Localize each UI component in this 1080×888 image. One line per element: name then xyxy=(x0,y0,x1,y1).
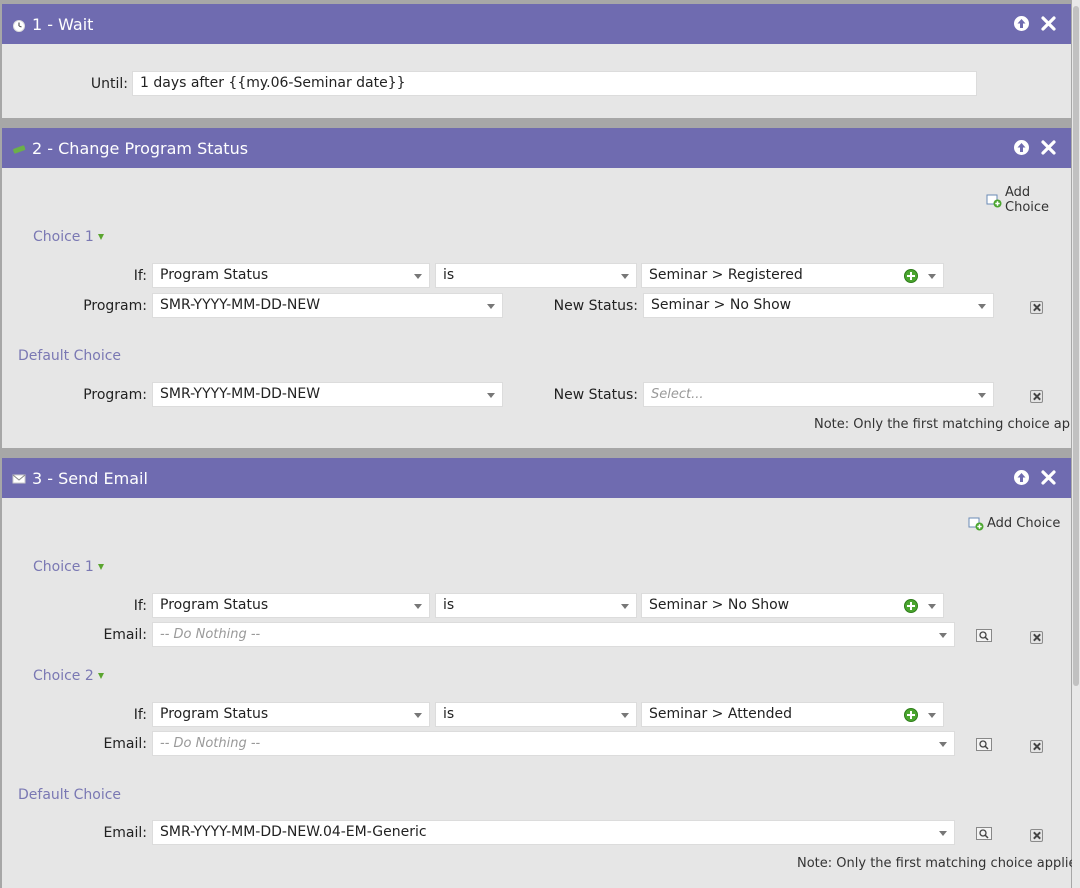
step-header: 2 - Change Program Status xyxy=(2,128,1071,168)
condition-value-select[interactable]: Seminar > No Show xyxy=(641,593,944,618)
add-choice-label: Add Choice xyxy=(987,515,1061,531)
program-select[interactable]: SMR-YYYY-MM-DD-NEW xyxy=(152,293,503,318)
step-title: 2 - Change Program Status xyxy=(32,138,249,158)
chevron-down-icon xyxy=(487,393,495,398)
move-up-icon[interactable] xyxy=(1013,139,1030,156)
email-icon xyxy=(12,471,26,485)
email-select[interactable]: -- Do Nothing -- xyxy=(152,731,955,756)
vertical-scrollbar[interactable] xyxy=(1072,0,1080,888)
add-value-icon[interactable] xyxy=(904,599,918,613)
first-match-note: Note: Only the first matching choice app… xyxy=(814,417,1071,432)
email-label: Email: xyxy=(103,736,147,752)
until-label: Until: xyxy=(90,76,128,92)
email-preview-icon[interactable] xyxy=(976,738,992,751)
chevron-down-icon xyxy=(414,274,422,279)
add-choice-icon xyxy=(968,515,984,531)
chevron-down-icon xyxy=(621,274,629,279)
first-match-note: Note: Only the first matching choice app… xyxy=(797,856,1080,871)
add-choice-label: Add Choice xyxy=(1005,185,1050,215)
condition-attribute-select[interactable]: Program Status xyxy=(152,593,430,618)
close-icon[interactable] xyxy=(1040,139,1057,156)
email-label: Email: xyxy=(103,825,147,841)
chevron-down-icon xyxy=(928,713,936,718)
condition-operator-select[interactable]: is xyxy=(435,702,637,727)
condition-value-select[interactable]: Seminar > Registered xyxy=(641,263,944,288)
close-icon[interactable] xyxy=(1040,469,1057,486)
program-label: Program: xyxy=(83,298,147,314)
new-status-select[interactable]: Seminar > No Show xyxy=(643,293,994,318)
delete-choice-button[interactable] xyxy=(1030,740,1043,753)
condition-operator-select[interactable]: is xyxy=(435,263,637,288)
delete-choice-button[interactable] xyxy=(1030,829,1043,842)
new-status-label: New Status: xyxy=(553,298,638,314)
email-preview-icon[interactable] xyxy=(976,827,992,840)
scrollbar-thumb[interactable] xyxy=(1073,6,1079,686)
condition-value-select[interactable]: Seminar > Attended xyxy=(641,702,944,727)
chevron-down-icon xyxy=(928,604,936,609)
expand-triangle-icon xyxy=(97,234,104,240)
step-title: 3 - Send Email xyxy=(32,468,148,488)
step-send-email: 3 - Send Email Add Choice Choice 1 If: P… xyxy=(2,458,1080,888)
step-title: 1 - Wait xyxy=(32,14,94,34)
add-choice-button[interactable]: Add Choice xyxy=(968,515,1060,531)
until-input[interactable]: 1 days after {{my.06-Seminar date}} xyxy=(132,71,977,96)
step-header: 3 - Send Email xyxy=(2,458,1071,498)
chevron-down-icon xyxy=(939,831,947,836)
condition-operator-select[interactable]: is xyxy=(435,593,637,618)
program-label: Program: xyxy=(83,387,147,403)
close-icon[interactable] xyxy=(1040,15,1057,32)
default-choice-title: Default Choice xyxy=(18,787,122,803)
email-preview-icon[interactable] xyxy=(976,629,992,642)
chevron-down-icon xyxy=(928,274,936,279)
chevron-down-icon xyxy=(939,742,947,747)
email-label: Email: xyxy=(103,627,147,643)
chevron-down-icon xyxy=(414,604,422,609)
move-up-icon[interactable] xyxy=(1013,469,1030,486)
choice-1-title[interactable]: Choice 1 xyxy=(33,229,104,245)
delete-choice-button[interactable] xyxy=(1030,390,1043,403)
if-label: If: xyxy=(133,598,147,614)
expand-triangle-icon xyxy=(97,673,104,679)
move-up-icon[interactable] xyxy=(1013,15,1030,32)
chevron-down-icon xyxy=(978,393,986,398)
step-change-program-status: 2 - Change Program Status Add Choice Cho… xyxy=(2,128,1071,448)
if-label: If: xyxy=(133,268,147,284)
condition-attribute-select[interactable]: Program Status xyxy=(152,263,430,288)
add-value-icon[interactable] xyxy=(904,269,918,283)
chevron-down-icon xyxy=(621,713,629,718)
default-email-select[interactable]: SMR-YYYY-MM-DD-NEW.04-EM-Generic xyxy=(152,820,955,845)
add-choice-icon xyxy=(986,192,1002,208)
step-wait: 1 - Wait Until: 1 days after {{my.06-Sem… xyxy=(2,4,1071,118)
chevron-down-icon xyxy=(978,304,986,309)
delete-choice-button[interactable] xyxy=(1030,631,1043,644)
default-choice-title: Default Choice xyxy=(18,348,122,364)
add-choice-button[interactable]: Add Choice xyxy=(986,185,1071,215)
delete-choice-button[interactable] xyxy=(1030,301,1043,314)
chevron-down-icon xyxy=(621,604,629,609)
chevron-down-icon xyxy=(414,713,422,718)
condition-attribute-select[interactable]: Program Status xyxy=(152,702,430,727)
new-status-label: New Status: xyxy=(553,387,638,403)
if-label: If: xyxy=(133,707,147,723)
status-flag-icon xyxy=(12,141,26,155)
choice-2-title[interactable]: Choice 2 xyxy=(33,668,104,684)
default-new-status-select[interactable]: Select... xyxy=(643,382,994,407)
expand-triangle-icon xyxy=(97,564,104,570)
clock-icon xyxy=(12,17,26,32)
choice-1-title[interactable]: Choice 1 xyxy=(33,559,104,575)
add-value-icon[interactable] xyxy=(904,708,918,722)
email-select[interactable]: -- Do Nothing -- xyxy=(152,622,955,647)
default-program-select[interactable]: SMR-YYYY-MM-DD-NEW xyxy=(152,382,503,407)
step-header: 1 - Wait xyxy=(2,4,1071,44)
chevron-down-icon xyxy=(487,304,495,309)
chevron-down-icon xyxy=(939,633,947,638)
